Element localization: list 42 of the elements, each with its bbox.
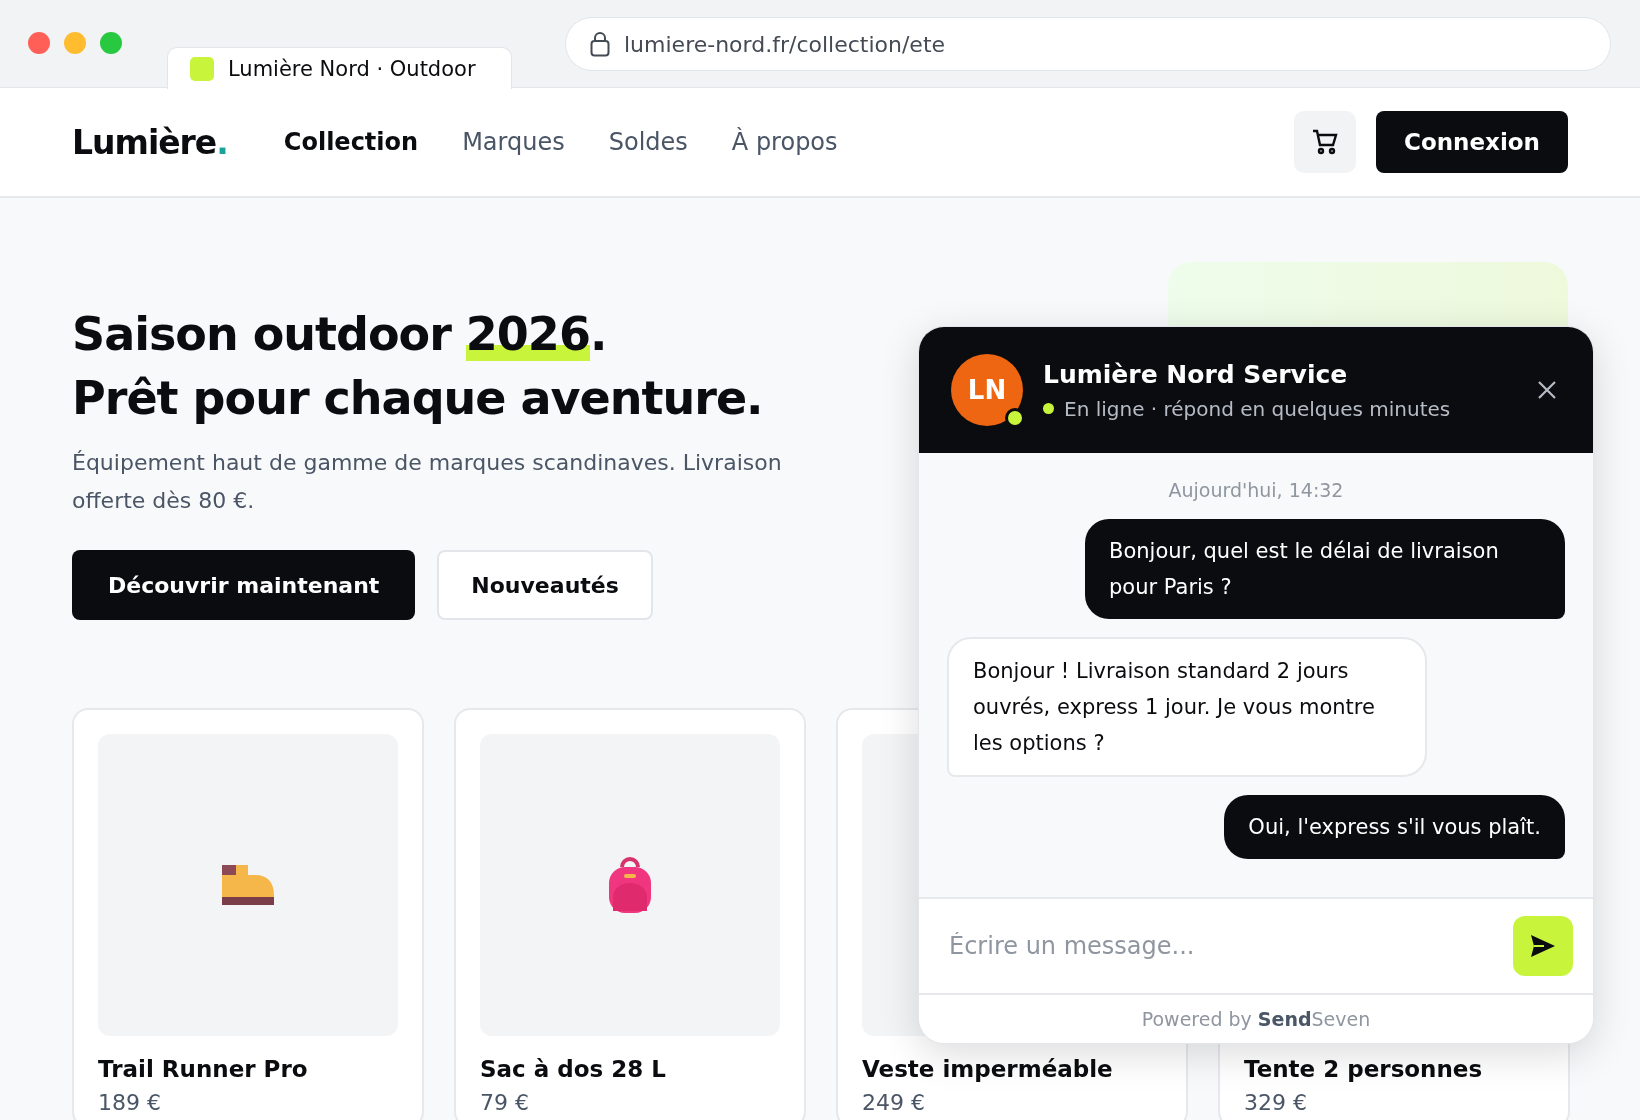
product-name: Tente 2 personnes <box>1244 1056 1484 1082</box>
chat-status: En ligne · répond en quelques minutes <box>1064 396 1451 421</box>
product-card[interactable]: Trail Runner Pro 189 € <box>72 708 424 1120</box>
send-icon <box>1530 934 1556 958</box>
message-field[interactable]: Écrire un message... <box>919 897 1593 993</box>
chat-title: Lumière Nord Service <box>1043 359 1349 389</box>
logo[interactable]: Lumière. <box>72 122 228 162</box>
product-price: 189 € <box>98 1090 162 1115</box>
nav-link[interactable]: Marques <box>462 128 565 156</box>
close-window-icon[interactable] <box>28 32 50 54</box>
browser-tab[interactable]: Lumière Nord · Outdoor <box>167 47 512 89</box>
product-name: Veste imperméable <box>862 1056 1114 1082</box>
cart-icon <box>1312 129 1339 155</box>
powered-by-text: Powered by SendSeven <box>919 993 1593 1043</box>
product-price: 79 € <box>480 1090 530 1115</box>
cart-button[interactable] <box>1294 111 1357 173</box>
received-message: Bonjour ! Livraison standard 2 jours ouvrés, express 1 jour. Je vous montre les options ? <box>947 637 1427 777</box>
chat-date: Aujourd'hui, 14:32 <box>1167 479 1345 501</box>
product-price: 249 € <box>862 1090 926 1115</box>
product-name: Trail Runner Pro <box>98 1056 309 1082</box>
sent-message: Oui, l'express s'il vous plaît. <box>1224 795 1565 859</box>
url-text: lumiere-nord.fr/collection/ete <box>624 31 946 57</box>
nav-link[interactable]: À propos <box>731 128 838 156</box>
send-button[interactable] <box>1513 916 1573 976</box>
favicon-icon <box>190 56 214 81</box>
tab-title: Lumière Nord · Outdoor <box>228 56 476 81</box>
nav-link[interactable]: Soldes <box>608 128 688 156</box>
login-button[interactable]: Connexion <box>1376 111 1568 173</box>
boot-icon <box>220 863 276 907</box>
nav-link[interactable]: Collection <box>283 128 419 156</box>
product-card[interactable]: Sac à dos 28 L 79 € <box>454 708 806 1120</box>
product-price: 329 € <box>1244 1090 1308 1115</box>
backpack-icon <box>607 857 653 913</box>
address-bar[interactable]: lumiere-nord.fr/collection/ete <box>565 17 1611 71</box>
new-arrivals-button[interactable]: Nouveautés <box>437 550 653 620</box>
discover-button[interactable]: Découvrir maintenant <box>72 550 416 620</box>
sent-message: Bonjour, quel est le délai de livraison pour Paris ? <box>1085 519 1565 619</box>
hero-text: Équipement haut de gamme de marques scandinaves. Livraison offerte dès 80 €. <box>72 449 783 515</box>
lock-icon <box>590 31 610 57</box>
avatar: LN <box>951 354 1023 426</box>
product-name: Sac à dos 28 L <box>480 1056 667 1082</box>
message-input[interactable]: Écrire un message... <box>947 931 1513 961</box>
